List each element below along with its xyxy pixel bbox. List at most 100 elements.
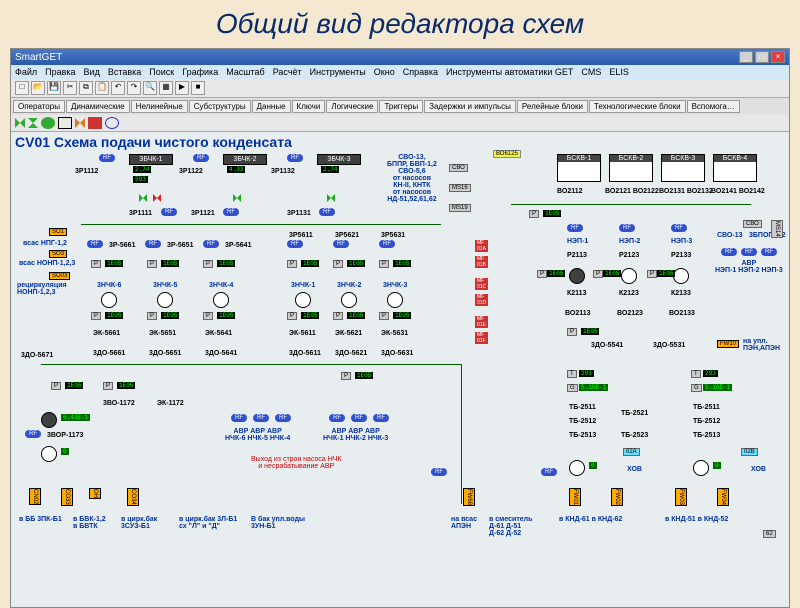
p-r1[interactable]: P: [529, 210, 539, 218]
tab-tech[interactable]: Технологические блоки: [589, 100, 686, 113]
tool-redo-icon[interactable]: ↷: [127, 81, 141, 95]
so1-btn[interactable]: SO1: [49, 228, 67, 236]
window-min-button[interactable]: _: [739, 51, 753, 63]
rf-r3[interactable]: RF: [319, 208, 335, 216]
p-ne2[interactable]: P: [593, 270, 603, 278]
mf01d[interactable]: MF 01D: [475, 294, 488, 306]
valve-1[interactable]: [139, 194, 149, 202]
tab-nonlinear[interactable]: Нелинейные: [131, 100, 188, 113]
menu-file[interactable]: Файл: [15, 67, 37, 77]
svo-btn[interactable]: СВО: [449, 164, 468, 172]
rf-r2[interactable]: RF: [223, 208, 239, 216]
co33[interactable]: CO33: [61, 488, 73, 506]
rf-ab1[interactable]: RF: [231, 414, 247, 422]
rf-bl[interactable]: RF: [25, 430, 41, 438]
rf-p6[interactable]: RF: [379, 240, 395, 248]
menu-cms[interactable]: CMS: [581, 67, 601, 77]
pump-ne2[interactable]: [621, 268, 637, 284]
valve-icon[interactable]: [15, 118, 25, 128]
pm-1[interactable]: P: [91, 312, 101, 320]
tool-grid-icon[interactable]: ▦: [159, 81, 173, 95]
menu-window[interactable]: Окно: [374, 67, 395, 77]
pump-n6[interactable]: [387, 292, 403, 308]
rf-p5[interactable]: RF: [333, 240, 349, 248]
cn02[interactable]: CN02: [29, 488, 41, 505]
rfr1[interactable]: RF: [721, 248, 737, 256]
ms19-btn[interactable]: MS19: [449, 204, 471, 212]
fw68[interactable]: FW68: [463, 488, 475, 506]
p-5[interactable]: P: [333, 260, 343, 268]
tank-3bchk1[interactable]: 3БЧК-1: [129, 154, 173, 165]
p-2[interactable]: P: [147, 260, 157, 268]
tool-undo-icon[interactable]: ↶: [111, 81, 125, 95]
menu-help[interactable]: Справка: [403, 67, 438, 77]
pm-5[interactable]: P: [333, 312, 343, 320]
rf-p4[interactable]: RF: [287, 240, 303, 248]
p-4[interactable]: P: [287, 260, 297, 268]
ms14-btn[interactable]: MS14: [771, 220, 783, 238]
co34[interactable]: CO34: [127, 488, 139, 506]
so3-btn[interactable]: SO3: [49, 250, 67, 258]
tab-aux[interactable]: Вспомога…: [687, 100, 740, 113]
oh[interactable]: OH: [89, 488, 101, 499]
tank-3bchk2[interactable]: 3БЧК-2: [223, 154, 267, 165]
pump-bl2[interactable]: [41, 446, 57, 462]
menu-edit[interactable]: Правка: [45, 67, 75, 77]
rf-btn-3[interactable]: RF: [287, 154, 303, 162]
fw02[interactable]: FW02: [611, 488, 623, 506]
menu-search[interactable]: Поиск: [149, 67, 174, 77]
o2a-btn[interactable]: 02A: [623, 448, 640, 456]
rf-btn-2[interactable]: RF: [193, 154, 209, 162]
ms16-btn[interactable]: MS16: [449, 184, 471, 192]
p-ne1[interactable]: P: [537, 270, 547, 278]
p-b2[interactable]: P: [103, 382, 113, 390]
menu-elis[interactable]: ELIS: [609, 67, 629, 77]
bskv4[interactable]: БСКВ-4: [713, 154, 757, 182]
scheme-canvas[interactable]: CV01 Схема подачи чистого конденсата RF …: [11, 132, 789, 607]
rf-p1[interactable]: RF: [87, 240, 103, 248]
rfr3[interactable]: RF: [761, 248, 777, 256]
fw10[interactable]: FW10: [717, 340, 739, 348]
mf01c[interactable]: MF 01C: [475, 278, 488, 290]
tab-logic[interactable]: Логические: [326, 100, 378, 113]
o2b-btn[interactable]: 02B: [741, 448, 758, 456]
rf-ab5[interactable]: RF: [351, 414, 367, 422]
menu-scale[interactable]: Масштаб: [226, 67, 265, 77]
mf01e[interactable]: MF 01E: [475, 316, 488, 328]
tool-zoom-icon[interactable]: 🔍: [143, 81, 157, 95]
tool-run-icon[interactable]: ▶: [175, 81, 189, 95]
pump-n1[interactable]: [101, 292, 117, 308]
flag-icon[interactable]: [88, 117, 102, 129]
bo6125-btn[interactable]: ВО6125: [493, 150, 521, 158]
bskv2[interactable]: БСКВ-2: [609, 154, 653, 182]
fw01[interactable]: FW01: [569, 488, 581, 506]
p-6[interactable]: P: [379, 260, 389, 268]
fw03[interactable]: FW03: [675, 488, 687, 506]
fw04[interactable]: FW04: [717, 488, 729, 506]
menu-tools[interactable]: Инструменты: [310, 67, 366, 77]
pump-hov2[interactable]: [693, 460, 709, 476]
tool-save-icon[interactable]: 💾: [47, 81, 61, 95]
block-icon[interactable]: [58, 117, 72, 129]
t-btn1[interactable]: T: [567, 370, 577, 378]
menu-calc[interactable]: Расчёт: [273, 67, 302, 77]
tool-open-icon[interactable]: 📂: [31, 81, 45, 95]
tank-3bchk3[interactable]: 3БЧК-3: [317, 154, 361, 165]
pump-icon[interactable]: [41, 117, 55, 129]
rf-btn[interactable]: RF: [99, 154, 115, 162]
pump-ne1[interactable]: [569, 268, 585, 284]
mf01b[interactable]: MF 01B: [475, 256, 488, 268]
so03-btn[interactable]: SO03: [49, 272, 70, 280]
rf-p2[interactable]: RF: [145, 240, 161, 248]
pump-bl1[interactable]: [41, 412, 57, 428]
rf-ne1[interactable]: RF: [567, 224, 583, 232]
svo-r[interactable]: СВО: [743, 220, 762, 228]
tool-new-icon[interactable]: □: [15, 81, 29, 95]
rf-bm[interactable]: RF: [431, 468, 447, 476]
tab-substruct[interactable]: Субструктуры: [189, 100, 251, 113]
pump-hov1[interactable]: [569, 460, 585, 476]
rf-br[interactable]: RF: [541, 468, 557, 476]
menu-get[interactable]: Инструменты автоматики GET: [446, 67, 573, 77]
valve-3[interactable]: [327, 194, 337, 202]
tab-operators[interactable]: Операторы: [13, 100, 65, 113]
